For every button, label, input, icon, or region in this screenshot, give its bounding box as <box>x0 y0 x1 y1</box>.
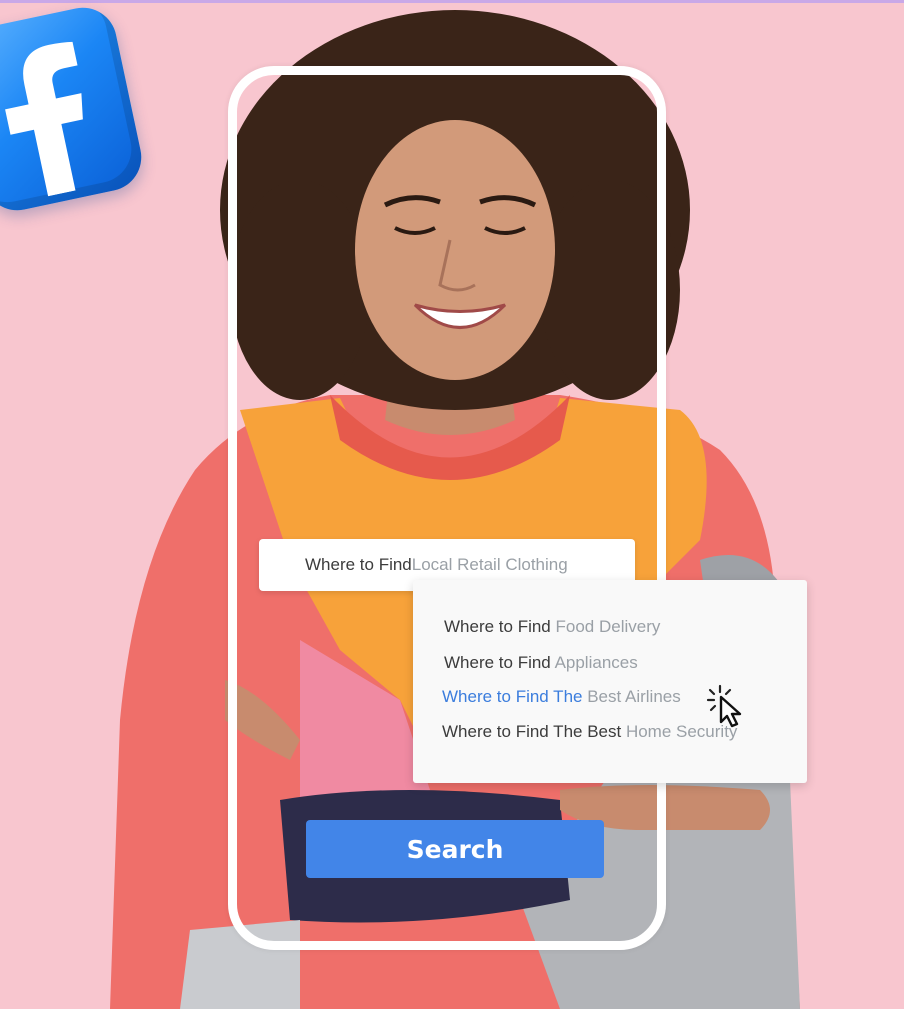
suggestion-item[interactable]: Where to Find Food Delivery <box>444 617 660 637</box>
suggestion-term: Appliances <box>554 653 638 672</box>
click-cursor-icon <box>706 684 742 728</box>
search-button[interactable]: Search <box>306 820 604 878</box>
suggestion-item[interactable]: Where to Find The Best Home Security <box>442 722 737 742</box>
search-query-prefix: Where to Find <box>305 555 412 574</box>
suggestion-prefix: Where to Find <box>444 617 556 636</box>
suggestion-item-highlighted[interactable]: Where to Find The Best Airlines <box>442 687 681 707</box>
suggestion-term: Food Delivery <box>555 617 661 636</box>
suggestion-prefix: Where to Find <box>444 653 555 672</box>
search-query-value: Local Retail Clothing <box>411 555 568 574</box>
suggestion-term: Best Airlines <box>587 687 681 706</box>
suggestions-dropdown: Where to Find Food Delivery Where to Fin… <box>413 580 807 783</box>
suggestion-prefix: Where to Find The Best <box>442 722 626 741</box>
suggestion-item[interactable]: Where to Find Appliances <box>444 653 638 673</box>
suggestion-prefix: Where to Find The <box>442 687 588 706</box>
phone-frame <box>228 66 666 950</box>
